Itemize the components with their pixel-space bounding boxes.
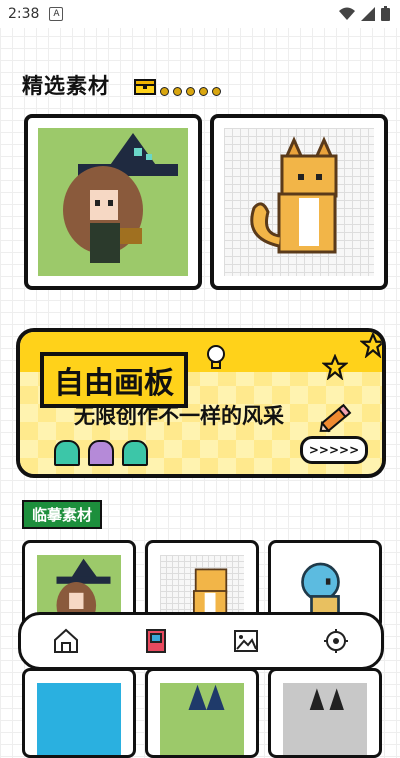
copy-card-cat-dark[interactable] [268,668,382,758]
nav-settings[interactable] [320,625,352,657]
nav-home[interactable] [50,625,82,657]
pencil-icon [319,403,352,433]
gallery-icon [234,630,258,652]
ghost-icons [54,440,148,466]
dragon-pixel-art [160,683,244,755]
ghost-icon [122,440,148,466]
nav-library[interactable] [140,625,172,657]
bottom-nav [18,612,384,670]
signal-icon [361,6,375,21]
banner-go-button[interactable]: >>>>> [300,436,368,464]
banner-subtitle: 无限创作不一样的风采 [74,404,284,428]
wifi-icon [339,7,355,20]
smiling-star-icon [360,332,382,358]
home-icon [54,628,78,653]
copy-card-dragon[interactable] [145,668,259,758]
copy-section-title: 临摹素材 [22,500,103,529]
witch-pixel-art [38,128,188,276]
settings-icon [324,629,348,653]
ghost-icon [54,440,80,466]
dark-cat-pixel-art [283,683,367,755]
ghost-icon [88,440,114,466]
treasure-chest-icon [134,79,156,95]
copy-card-blue[interactable] [22,668,136,758]
battery-icon [381,6,390,21]
featured-section-title: 精选素材 [22,74,110,98]
cat-pixel-art [224,128,374,276]
decorative-dots [160,87,221,96]
blue-pixel-art [37,683,121,755]
featured-card-cat[interactable] [210,114,388,290]
free-drawing-banner[interactable]: 自由画板 无限创作不一样的风采 >>>>> [16,328,386,478]
nav-gallery[interactable] [230,625,262,657]
lightbulb-icon [207,345,225,369]
app-badge-icon: A [49,7,64,21]
status-bar: 2:38 A [0,0,400,28]
book-icon [146,629,166,653]
featured-card-witch[interactable] [24,114,202,290]
status-icons [339,6,390,21]
status-time: 2:38 [8,6,40,22]
star-icon [322,354,348,380]
